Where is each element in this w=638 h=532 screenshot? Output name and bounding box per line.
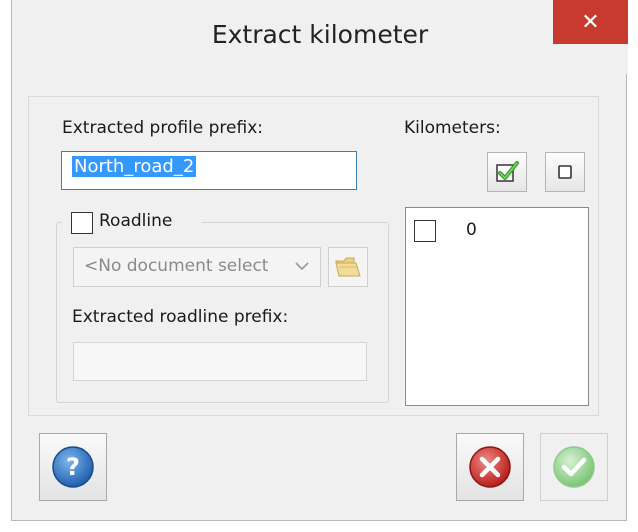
folder-icon bbox=[335, 257, 361, 277]
list-item[interactable]: 0 bbox=[414, 220, 574, 244]
roadline-prefix-label: Extracted roadline prefix: bbox=[72, 307, 289, 327]
profile-prefix-input[interactable]: North_road_2 bbox=[61, 151, 357, 190]
profile-prefix-label: Extracted profile prefix: bbox=[62, 118, 264, 138]
browse-folder-button[interactable] bbox=[328, 247, 368, 287]
help-button[interactable]: ? bbox=[39, 433, 107, 501]
roadline-prefix-input[interactable] bbox=[73, 342, 367, 381]
ok-button[interactable] bbox=[540, 433, 608, 501]
roadline-checkbox[interactable] bbox=[71, 212, 93, 234]
close-icon: ✕ bbox=[581, 9, 600, 35]
kilometer-item-label: 0 bbox=[466, 220, 477, 240]
chevron-down-icon bbox=[295, 262, 309, 271]
checkmark-icon bbox=[496, 161, 519, 182]
kilometer-item-checkbox[interactable] bbox=[414, 220, 436, 242]
cancel-button[interactable] bbox=[456, 433, 524, 501]
x-circle-icon bbox=[469, 446, 511, 488]
kilometers-list[interactable]: 0 bbox=[405, 207, 589, 406]
document-select[interactable]: <No document select bbox=[73, 247, 321, 287]
roadline-checkbox-label: Roadline bbox=[99, 211, 173, 231]
document-select-value: <No document select bbox=[84, 256, 269, 276]
profile-prefix-value: North_road_2 bbox=[72, 156, 197, 177]
check-circle-icon bbox=[553, 446, 595, 488]
kilometers-label: Kilometers: bbox=[404, 118, 501, 138]
question-icon: ? bbox=[52, 446, 94, 488]
select-none-button[interactable] bbox=[545, 152, 585, 192]
window-title: Extract kilometer bbox=[211, 20, 429, 49]
svg-text:?: ? bbox=[66, 453, 80, 481]
title-bar: Extract kilometer ✕ bbox=[12, 0, 628, 74]
select-all-button[interactable] bbox=[487, 152, 527, 192]
close-button[interactable]: ✕ bbox=[553, 0, 628, 44]
square-icon bbox=[558, 165, 572, 179]
